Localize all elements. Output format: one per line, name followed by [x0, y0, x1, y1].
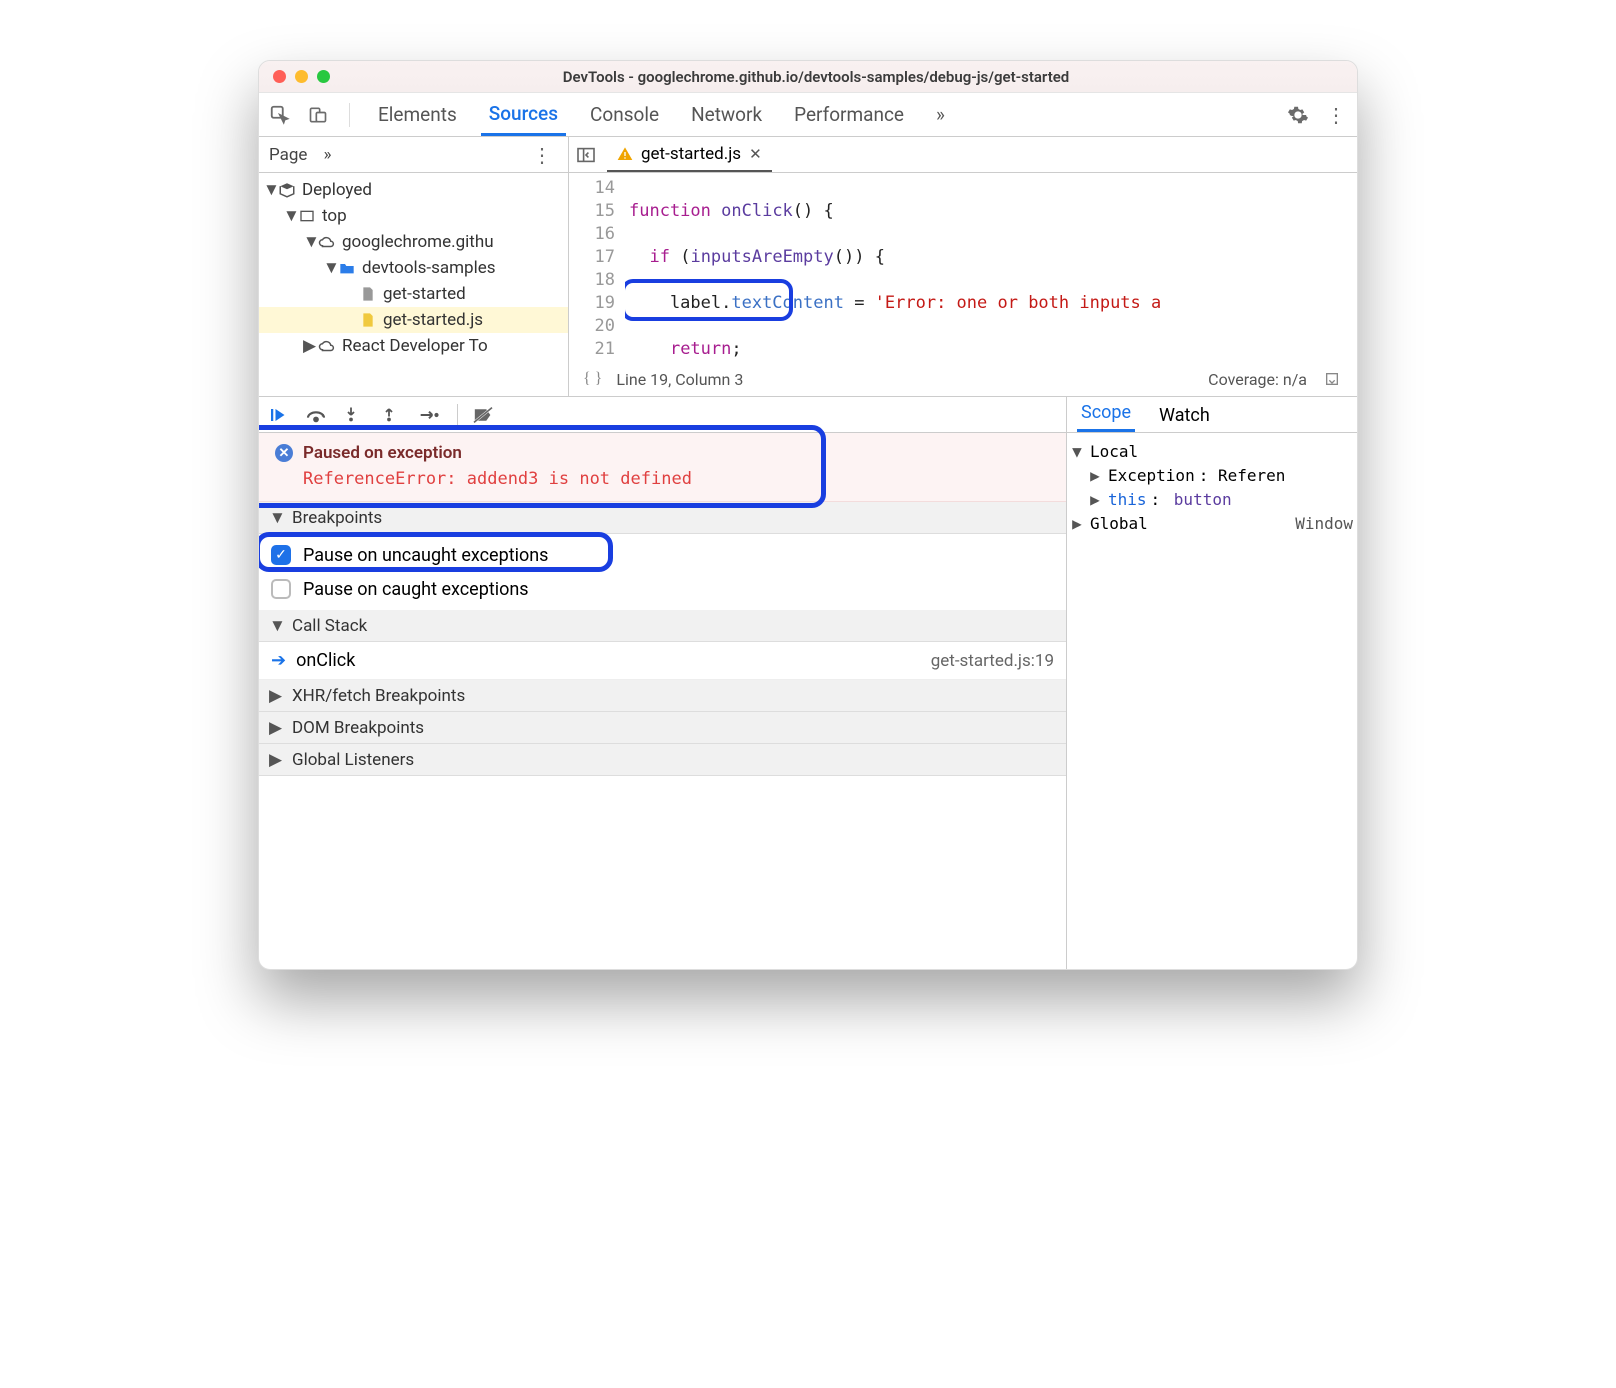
editor-file-tab[interactable]: get-started.js ✕ [607, 137, 772, 172]
device-toolbar-icon[interactable] [307, 104, 329, 126]
navigator-pane: Page » ⋮ ▼Deployed ▼top ▼googlechrome.gi… [259, 137, 569, 396]
scope-local[interactable]: ▼Local [1071, 439, 1353, 463]
checkbox-checked-icon: ✓ [271, 545, 291, 565]
debugger-sidebar: ✕ Paused on exception ReferenceError: add… [259, 397, 1067, 969]
deployed-icon [278, 181, 296, 199]
editor-tabs: get-started.js ✕ [569, 137, 1357, 173]
titlebar: DevTools - googlechrome.github.io/devtoo… [259, 61, 1357, 93]
editor-tab-label: get-started.js [641, 144, 741, 164]
error-icon: ✕ [275, 444, 293, 462]
stack-function: onClick [296, 650, 355, 671]
pause-caught-checkbox[interactable]: Pause on caught exceptions [259, 572, 1066, 606]
step-out-icon[interactable] [381, 406, 405, 424]
global-listeners-header[interactable]: ▶Global Listeners [259, 744, 1066, 776]
checkbox-unchecked-icon [271, 579, 291, 599]
current-frame-icon: ➔ [271, 650, 286, 671]
callstack-frame[interactable]: ➔ onClick get-started.js:19 [259, 642, 1066, 680]
minimize-window-button[interactable] [295, 70, 308, 83]
tree-file-html[interactable]: get-started [259, 281, 568, 307]
frame-icon [298, 207, 316, 225]
tree-deployed[interactable]: ▼Deployed [259, 177, 568, 203]
tab-performance[interactable]: Performance [786, 93, 912, 136]
navigator-tabs-overflow[interactable]: » [323, 145, 331, 165]
more-menu-icon[interactable]: ⋮ [1325, 104, 1347, 126]
tree-folder[interactable]: ▼devtools-samples [259, 255, 568, 281]
source-editor: get-started.js ✕ 1415161718192021 functi… [569, 137, 1357, 396]
main-tabstrip: Elements Sources Console Network Perform… [259, 93, 1357, 137]
file-tree: ▼Deployed ▼top ▼googlechrome.githu ▼devt… [259, 173, 568, 396]
step-into-icon[interactable] [343, 406, 367, 424]
coverage-status: Coverage: n/a [1208, 370, 1307, 389]
navigator-more-icon[interactable]: ⋮ [526, 143, 558, 167]
step-icon[interactable] [419, 408, 443, 422]
cursor-position: Line 19, Column 3 [616, 370, 743, 389]
cloud-icon [318, 233, 336, 251]
cloud-icon [318, 337, 336, 355]
scope-pane: Scope Watch ▼Local ▶Exception: Referen ▶… [1067, 397, 1357, 969]
pause-uncaught-checkbox[interactable]: ✓Pause on uncaught exceptions [259, 538, 1066, 572]
breakpoints-header[interactable]: ▼Breakpoints [259, 502, 1066, 534]
toggle-navigator-icon[interactable] [575, 144, 597, 166]
dom-breakpoints-header[interactable]: ▶DOM Breakpoints [259, 712, 1066, 744]
paused-banner: ✕ Paused on exception ReferenceError: add… [259, 433, 1066, 502]
js-file-icon [359, 311, 377, 329]
window-title: DevTools - googlechrome.github.io/devtoo… [339, 68, 1343, 86]
code-area[interactable]: function onClick() { if (inputsAreEmpty(… [625, 173, 1357, 362]
zoom-window-button[interactable] [317, 70, 330, 83]
tab-elements[interactable]: Elements [370, 93, 465, 136]
paused-message: ReferenceError: addend3 is not defined [303, 469, 1050, 489]
close-window-button[interactable] [273, 70, 286, 83]
warning-icon [617, 146, 633, 162]
callstack-header[interactable]: ▼Call Stack [259, 610, 1066, 642]
navigator-header: Page » ⋮ [259, 137, 568, 173]
line-gutter: 1415161718192021 [569, 173, 625, 362]
tab-console[interactable]: Console [582, 93, 667, 136]
deactivate-breakpoints-icon[interactable] [472, 406, 496, 424]
tree-react-devtools[interactable]: ▶React Developer To [259, 333, 568, 359]
scope-exception[interactable]: ▶Exception: Referen [1071, 463, 1353, 487]
step-over-icon[interactable] [305, 407, 329, 423]
pretty-print-icon[interactable]: { } [583, 370, 602, 388]
settings-icon[interactable] [1287, 104, 1309, 126]
devtools-window: DevTools - googlechrome.github.io/devtoo… [258, 60, 1358, 970]
close-tab-icon[interactable]: ✕ [749, 145, 762, 163]
tab-network[interactable]: Network [683, 93, 770, 136]
xhr-breakpoints-header[interactable]: ▶XHR/fetch Breakpoints [259, 680, 1066, 712]
tab-sources[interactable]: Sources [481, 93, 566, 136]
navigator-tab-page[interactable]: Page [269, 145, 307, 165]
paused-title: Paused on exception [303, 443, 462, 463]
inspect-element-icon[interactable] [269, 104, 291, 126]
file-icon [359, 285, 377, 303]
editor-footer: { } Line 19, Column 3 Coverage: n/a [569, 362, 1357, 396]
scope-this[interactable]: ▶this: button [1071, 487, 1353, 511]
folder-icon [338, 259, 356, 277]
debugger-toolbar [259, 397, 1066, 433]
stack-location: get-started.js:19 [931, 651, 1054, 671]
coverage-toggle-icon[interactable] [1321, 368, 1343, 390]
scope-global[interactable]: ▶GlobalWindow [1071, 511, 1353, 535]
tree-file-js[interactable]: get-started.js [259, 307, 568, 333]
tab-scope[interactable]: Scope [1077, 397, 1135, 432]
tree-top[interactable]: ▼top [259, 203, 568, 229]
tree-domain[interactable]: ▼googlechrome.githu [259, 229, 568, 255]
resume-icon[interactable] [267, 406, 291, 424]
tab-watch[interactable]: Watch [1155, 399, 1214, 432]
tabs-overflow[interactable]: » [928, 93, 953, 136]
